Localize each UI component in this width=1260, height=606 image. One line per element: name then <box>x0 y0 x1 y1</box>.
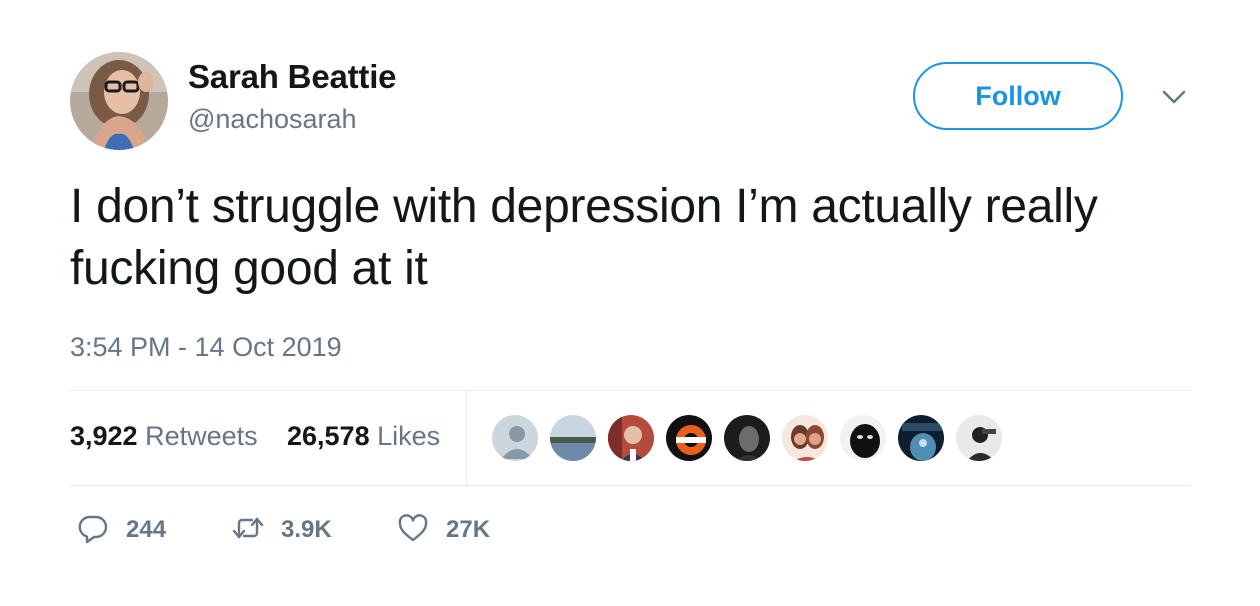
retweet-button[interactable]: 3.9K <box>231 510 332 550</box>
retweets-count: 3,922 <box>70 421 138 451</box>
retweet-icon <box>231 511 265 550</box>
tweet-text: I don’t struggle with depression I’m act… <box>70 180 1098 295</box>
heart-icon <box>396 511 430 550</box>
liker-avatar[interactable] <box>954 413 1004 463</box>
liker-avatar[interactable] <box>780 413 830 463</box>
liker-avatar[interactable] <box>490 413 540 463</box>
reply-count: 244 <box>126 516 167 543</box>
likes-count: 26,578 <box>287 421 370 451</box>
divider <box>70 390 1191 391</box>
retweets-label: Retweets <box>145 421 258 451</box>
retweet-count: 3.9K <box>281 516 332 543</box>
tweet-timestamp[interactable]: 3:54 PM - 14 Oct 2019 <box>70 332 342 363</box>
user-display-name[interactable]: Sarah Beattie <box>188 58 397 96</box>
liker-avatar[interactable] <box>606 413 656 463</box>
follow-button[interactable]: Follow <box>913 62 1123 130</box>
retweets-stat[interactable]: 3,922 Retweets <box>70 421 258 452</box>
reply-icon <box>76 511 110 550</box>
liker-avatar[interactable] <box>548 413 598 463</box>
like-button[interactable]: 27K <box>396 510 490 550</box>
liker-avatar[interactable] <box>896 413 946 463</box>
liker-avatar[interactable] <box>722 413 772 463</box>
chevron-down-icon[interactable] <box>1160 86 1188 108</box>
likes-label: Likes <box>377 421 441 451</box>
tweet-card: Sarah Beattie @nachosarah Follow I don’t… <box>0 0 1260 606</box>
user-avatar[interactable] <box>70 52 168 150</box>
liker-avatar[interactable] <box>838 413 888 463</box>
likes-stat[interactable]: 26,578 Likes <box>287 421 440 452</box>
user-handle[interactable]: @nachosarah <box>188 104 357 135</box>
reply-button[interactable]: 244 <box>76 510 166 550</box>
liker-avatar[interactable] <box>664 413 714 463</box>
stats-divider <box>466 391 467 485</box>
divider <box>70 485 1191 486</box>
like-count: 27K <box>446 516 491 543</box>
